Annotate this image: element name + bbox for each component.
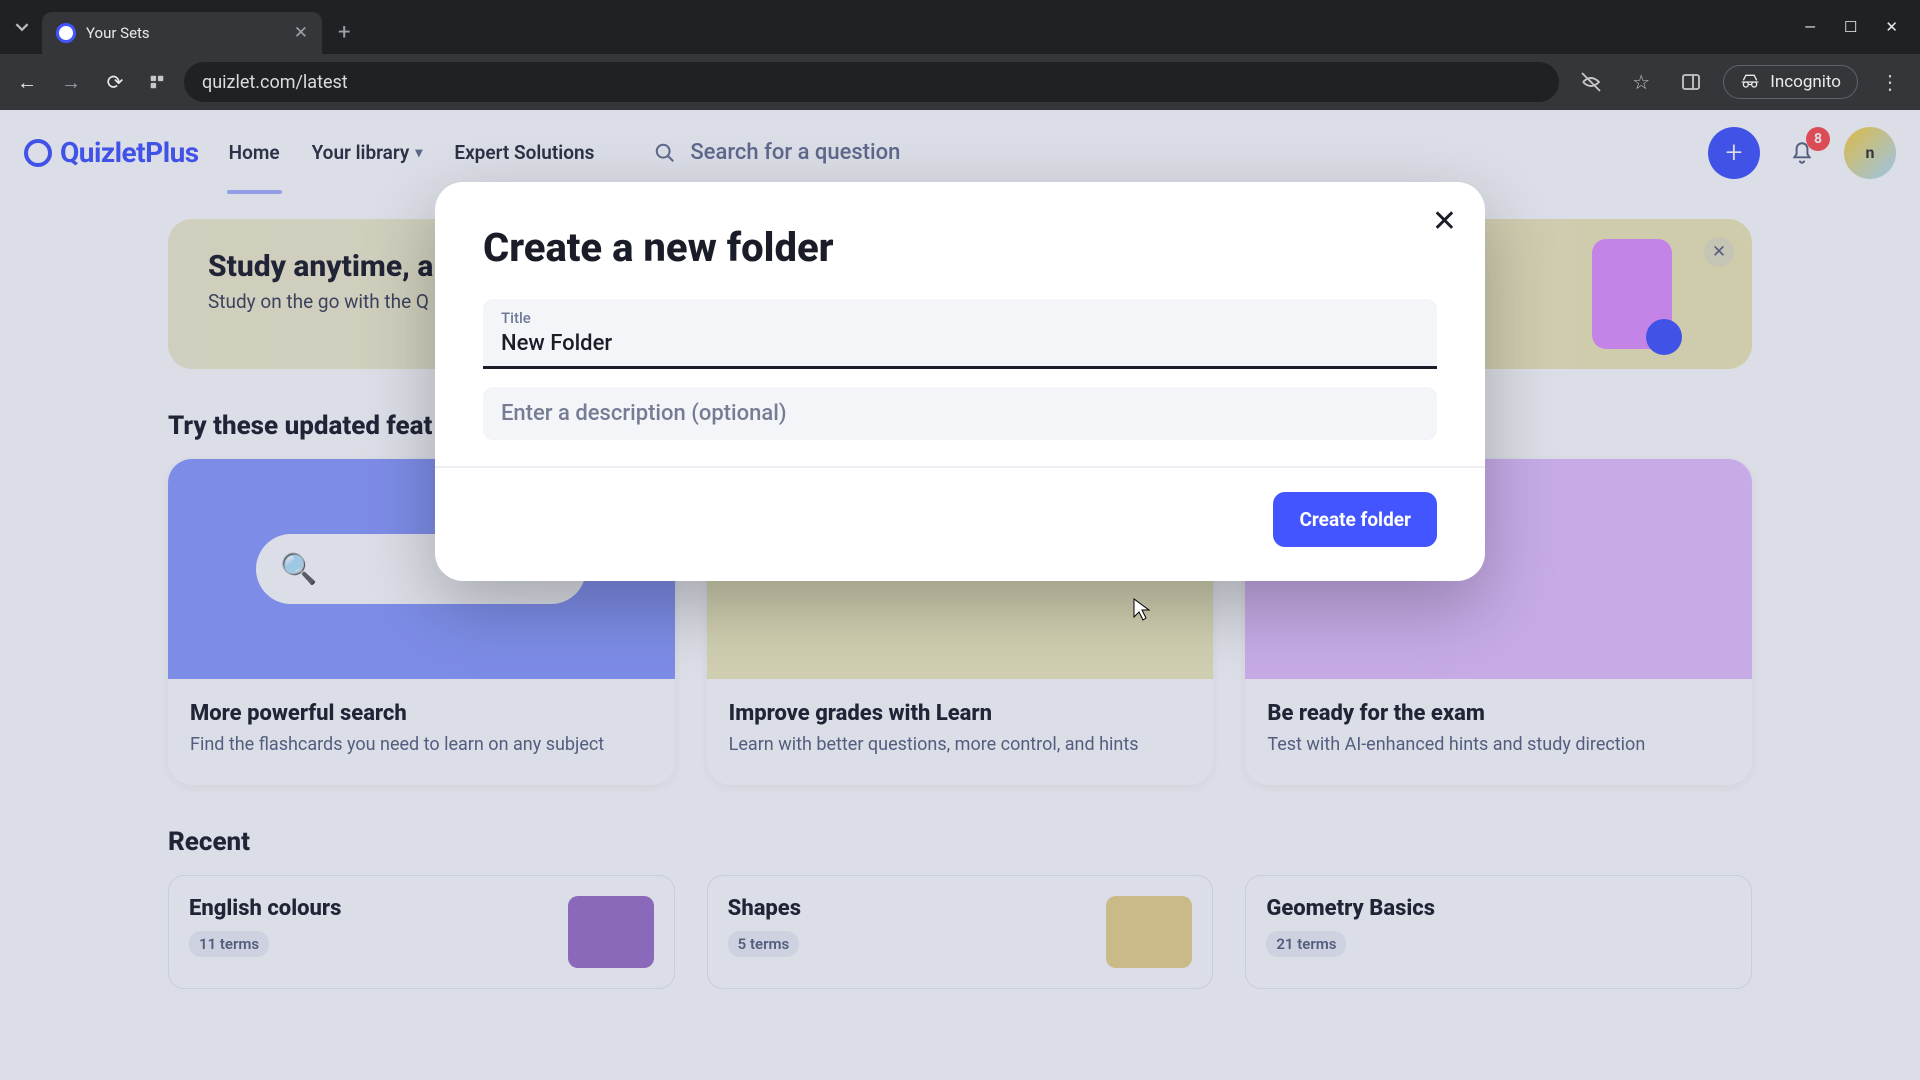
incognito-icon [1740, 72, 1760, 92]
incognito-label: Incognito [1770, 72, 1841, 92]
create-folder-modal: ✕ Create a new folder Title Create folde… [435, 182, 1485, 581]
address-bar[interactable]: quizlet.com/latest [184, 62, 1559, 102]
browser-tab[interactable]: Your Sets ✕ [42, 12, 322, 54]
url-text: quizlet.com/latest [202, 72, 348, 93]
eye-off-icon[interactable] [1573, 64, 1609, 100]
create-folder-button[interactable]: Create folder [1273, 492, 1437, 547]
description-field[interactable] [483, 387, 1437, 440]
side-panel-icon[interactable] [1673, 64, 1709, 100]
modal-heading: Create a new folder [483, 224, 1437, 271]
tab-close-icon[interactable]: ✕ [294, 23, 308, 43]
title-label: Title [501, 309, 1419, 327]
nav-back-button[interactable]: ← [12, 67, 42, 97]
browser-menu-icon[interactable]: ⋮ [1872, 64, 1908, 100]
nav-forward-button[interactable]: → [56, 67, 86, 97]
site-info-icon[interactable] [144, 69, 170, 95]
title-input[interactable] [501, 327, 1419, 362]
new-tab-button[interactable]: + [328, 20, 360, 45]
bookmark-star-icon[interactable]: ☆ [1623, 64, 1659, 100]
description-input[interactable] [501, 397, 1419, 432]
incognito-indicator[interactable]: Incognito [1723, 65, 1858, 99]
nav-reload-button[interactable]: ⟳ [100, 67, 130, 97]
window-maximize-button[interactable]: ☐ [1844, 18, 1857, 36]
favicon-icon [56, 23, 76, 43]
title-field[interactable]: Title [483, 299, 1437, 369]
modal-close-button[interactable]: ✕ [1432, 204, 1457, 239]
tab-search-dropdown[interactable] [8, 13, 36, 41]
window-minimize-button[interactable]: ― [1804, 18, 1816, 36]
window-close-button[interactable]: ✕ [1885, 18, 1898, 36]
tab-title: Your Sets [86, 24, 150, 42]
